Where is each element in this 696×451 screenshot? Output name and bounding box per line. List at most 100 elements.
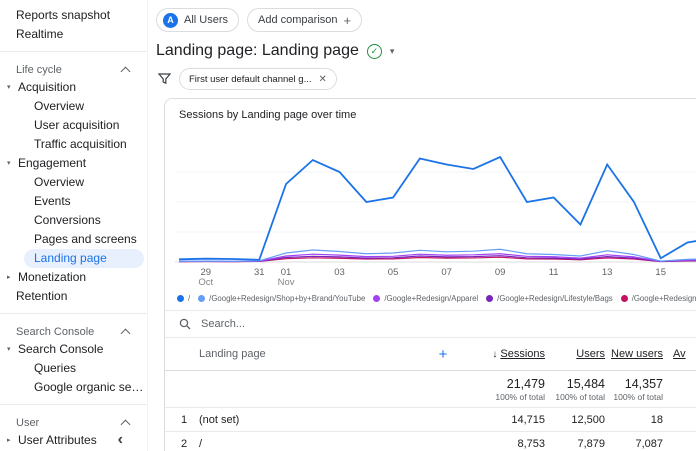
x-tick: 13	[592, 268, 622, 278]
chart-x-axis: 29Oct3101Nov03050709111315	[165, 268, 696, 288]
sidebar-item-label: Google organic search traf...	[34, 380, 147, 394]
row-number: 2	[165, 438, 199, 450]
collapse-sidebar-button[interactable]: ‹	[118, 433, 123, 447]
legend-item-google-redesign-shop-by-brand-youtube[interactable]: /Google+Redesign/Shop+by+Brand/YouTube	[198, 294, 365, 303]
sidebar-item-label: Landing page	[34, 251, 107, 265]
sidebar-item-pages-and-screens[interactable]: Pages and screens	[0, 230, 147, 249]
chart-title: Sessions by Landing page over time	[165, 99, 696, 128]
chevron-right-icon: ▸	[7, 268, 11, 287]
sidebar-item-engagement[interactable]: ▾ Engagement	[0, 154, 147, 173]
sidebar-item-queries[interactable]: Queries	[0, 359, 147, 378]
sidebar-item-retention[interactable]: Retention	[0, 287, 147, 306]
totals-users: 15,484 100% of total	[545, 377, 605, 402]
legend-item-[interactable]: /	[177, 294, 190, 303]
users-column-header[interactable]: Users	[545, 348, 605, 360]
filter-funnel-icon[interactable]	[158, 73, 171, 85]
legend-dot-icon	[373, 295, 380, 302]
section-label: Life cycle	[16, 64, 62, 76]
sidebar-item-label: User acquisition	[34, 118, 119, 132]
sidebar-item-search-console[interactable]: ▾ Search Console	[0, 340, 147, 359]
sidebar-item-user-acquisition[interactable]: User acquisition	[0, 116, 147, 135]
x-tick: 09	[485, 268, 515, 278]
comparison-bar: A All Users Add comparison +	[148, 0, 696, 32]
sidebar-section-search-console[interactable]: Search Console	[0, 323, 147, 340]
sidebar-divider	[0, 313, 147, 314]
sidebar-item-acquisition[interactable]: ▾Acquisition	[0, 78, 147, 97]
legend-item-google-redesign-lifestyle-bags[interactable]: /Google+Redesign/Lifestyle/Bags	[486, 294, 613, 303]
sidebar-item-reports-snapshot[interactable]: Reports snapshot	[0, 6, 147, 25]
filter-bar: First user default channel g... ✕	[148, 60, 696, 90]
all-users-chip[interactable]: A All Users	[156, 8, 239, 32]
table-search-bar[interactable]	[165, 310, 696, 338]
sidebar-section-life-cycle[interactable]: Life cycle	[0, 61, 147, 78]
all-users-label: All Users	[184, 14, 228, 26]
sidebar-item-label: Overview	[34, 99, 84, 113]
sidebar-item-overview[interactable]: Overview	[0, 173, 147, 192]
legend-item-google-redesign-apparel[interactable]: /Google+Redesign/Apparel	[373, 294, 478, 303]
sidebar-item-events[interactable]: Events	[0, 192, 147, 211]
sidebar-item-monetization[interactable]: ▸ Monetization	[0, 268, 147, 287]
close-icon[interactable]: ✕	[319, 74, 327, 85]
main-content: A All Users Add comparison + Landing pag…	[148, 0, 696, 451]
sidebar-item-label: User Attributes	[18, 433, 97, 447]
sidebar-section-user[interactable]: User	[0, 414, 147, 431]
sidebar-item-conversions[interactable]: Conversions	[0, 211, 147, 230]
data-quality-check-icon[interactable]: ✓	[367, 44, 382, 59]
filter-chip[interactable]: First user default channel g... ✕	[179, 68, 337, 90]
add-dimension-button[interactable]: +	[423, 346, 463, 363]
totals-new-users: 14,357 100% of total	[605, 377, 663, 402]
users-cell: 7,879	[545, 438, 605, 450]
sidebar-divider	[0, 51, 147, 52]
sidebar-item-landing-page[interactable]: Landing page	[24, 249, 144, 268]
sidebar-item-label: Engagement	[18, 156, 86, 170]
sidebar-item-label: Realtime	[16, 27, 63, 41]
add-comparison-button[interactable]: Add comparison +	[247, 8, 362, 32]
landing-page-cell: /	[199, 438, 423, 450]
chart-legend: / /Google+Redesign/Shop+by+Brand/YouTube /…	[165, 288, 696, 306]
sessions-cell: 8,753	[463, 438, 545, 450]
sidebar-item-overview[interactable]: Overview	[0, 97, 147, 116]
x-tick: 07	[432, 268, 462, 278]
sidebar-item-label: Reports snapshot	[16, 8, 110, 22]
search-input[interactable]	[199, 317, 423, 331]
sidebar-item-traffic-acquisition[interactable]: Traffic acquisition	[0, 135, 147, 154]
sidebar-item-label: Acquisition	[18, 80, 76, 94]
section-label: User	[16, 417, 39, 429]
chevron-up-icon	[121, 328, 131, 338]
totals-sessions: 21,479 100% of total	[463, 377, 545, 402]
legend-dot-icon	[177, 295, 184, 302]
sidebar-item-label: Pages and screens	[34, 232, 137, 246]
legend-label: /	[188, 294, 190, 303]
new-users-column-header[interactable]: New users	[605, 348, 663, 360]
sidebar-item-google-organic-search-traf[interactable]: Google organic search traf...	[0, 378, 147, 397]
sessions-column-header[interactable]: ↓Sessions	[463, 348, 545, 360]
legend-dot-icon	[486, 295, 493, 302]
sidebar-divider	[0, 404, 147, 405]
x-tick: 29Oct	[191, 268, 221, 288]
table-totals-row: 21,479 100% of total 15,484 100% of tota…	[165, 371, 696, 408]
table-body: 1(not set)14,71512,500182/8,7537,8797,08…	[165, 408, 696, 451]
line-chart-svg	[175, 128, 696, 268]
legend-label: /Google+Redesign/Apparel	[384, 294, 478, 303]
x-tick: 31	[244, 268, 274, 278]
sessions-over-time-chart[interactable]	[175, 128, 696, 268]
sidebar-item-label: Search Console	[18, 342, 103, 356]
chevron-down-icon: ▾	[7, 340, 11, 359]
sidebar-item-label: Monetization	[18, 270, 86, 284]
legend-dot-icon	[198, 295, 205, 302]
avg-column-header[interactable]: Av	[663, 348, 696, 360]
sidebar-item-label: Conversions	[34, 213, 101, 227]
landing-page-column-header[interactable]: Landing page	[199, 348, 423, 360]
sidebar-item-label: Traffic acquisition	[34, 137, 127, 151]
x-tick: 11	[539, 268, 569, 278]
chevron-down-icon[interactable]: ▾	[390, 46, 395, 57]
sidebar-item-label: Overview	[34, 175, 84, 189]
table-row[interactable]: 1(not set)14,71512,50018	[165, 408, 696, 432]
plus-icon: +	[344, 13, 352, 28]
chevron-down-icon: ▾	[7, 154, 11, 173]
table-row[interactable]: 2/8,7537,8797,087	[165, 432, 696, 451]
sidebar-item-realtime[interactable]: Realtime	[0, 25, 147, 44]
sidebar-item-user-attributes[interactable]: ▸User Attributes	[0, 431, 147, 450]
legend-item-google-redesign-apparel-mens[interactable]: /Google+Redesign/Apparel/Mens	[621, 294, 696, 303]
search-icon	[179, 318, 191, 330]
